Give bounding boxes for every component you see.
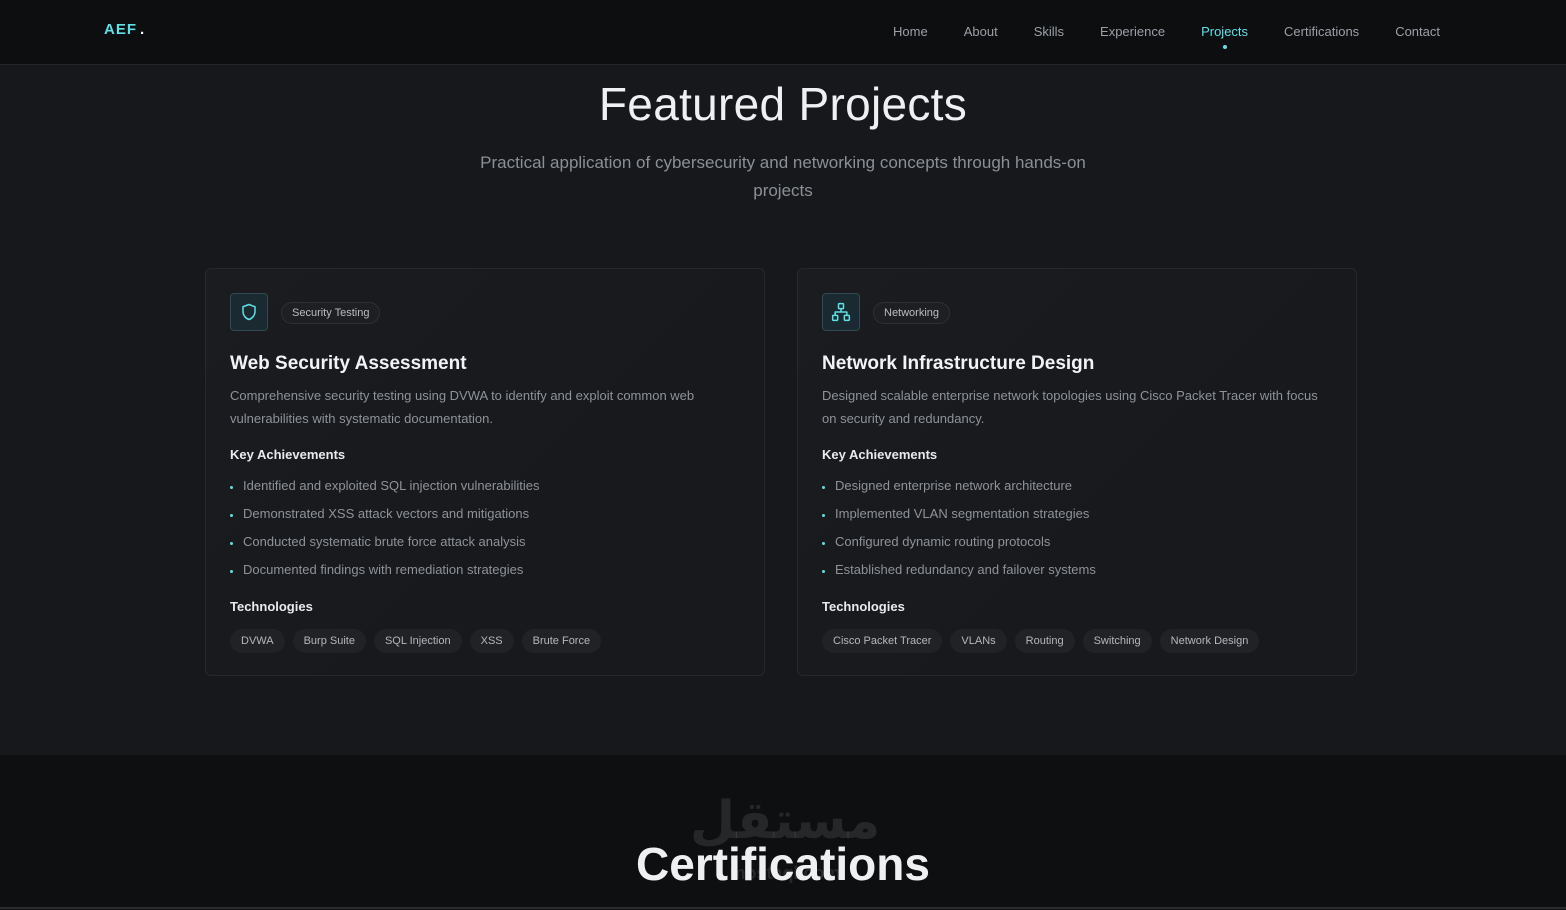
achievements-list: Designed enterprise network architecture…: [822, 476, 1096, 588]
list-item: Identified and exploited SQL injection v…: [230, 476, 540, 504]
tech-pill: XSS: [469, 629, 514, 653]
project-title: Network Infrastructure Design: [822, 353, 1095, 374]
certifications-section: مستقل mostaql.com Certifications: [0, 755, 1566, 910]
logo-dot: .: [140, 21, 146, 38]
project-card-network-design[interactable]: Networking Network Infrastructure Design…: [797, 268, 1357, 676]
tech-pill: DVWA: [230, 629, 285, 653]
list-item: Configured dynamic routing protocols: [822, 532, 1096, 560]
nav-link-home[interactable]: Home: [893, 22, 928, 42]
tech-pill: Network Design: [1159, 629, 1260, 653]
tech-pill: Cisco Packet Tracer: [822, 629, 943, 653]
certifications-title: Certifications: [636, 838, 930, 890]
project-description: Designed scalable enterprise network top…: [822, 388, 1318, 426]
project-tag: Networking: [873, 302, 951, 324]
nav-link-certifications[interactable]: Certifications: [1284, 22, 1359, 42]
project-card-web-security[interactable]: Security Testing Web Security Assessment…: [205, 268, 765, 676]
technologies-heading: Technologies: [230, 599, 313, 614]
projects-section: Featured Projects Practical application …: [0, 65, 1566, 755]
tech-pill: Burp Suite: [292, 629, 366, 653]
nav-link-experience[interactable]: Experience: [1100, 22, 1165, 42]
list-item: Established redundancy and failover syst…: [822, 560, 1096, 588]
list-item: Demonstrated XSS attack vectors and miti…: [230, 504, 540, 532]
nav-link-about[interactable]: About: [964, 22, 998, 42]
nav-link-skills[interactable]: Skills: [1034, 22, 1064, 42]
tech-pill: Routing: [1014, 629, 1075, 653]
achievements-list: Identified and exploited SQL injection v…: [230, 476, 540, 588]
achievements-heading: Key Achievements: [230, 447, 346, 462]
nav-links: Home About Skills Experience Projects Ce…: [893, 0, 1440, 64]
technologies-heading: Technologies: [822, 599, 905, 614]
site-logo[interactable]: AEF.: [104, 21, 145, 38]
project-tag: Security Testing: [281, 302, 381, 324]
list-item: Implemented VLAN segmentation strategies: [822, 504, 1096, 532]
shield-icon: [230, 293, 268, 331]
technologies-list: DVWA Burp Suite SQL Injection XSS Brute …: [230, 629, 602, 653]
project-description: Comprehensive security testing using DVW…: [230, 388, 695, 426]
achievements-heading: Key Achievements: [822, 447, 938, 462]
network-icon: [822, 293, 860, 331]
projects-title: Featured Projects: [598, 78, 968, 130]
list-item: Documented findings with remediation str…: [230, 560, 540, 588]
tech-pill: SQL Injection: [373, 629, 462, 653]
logo-text: AEF: [104, 21, 137, 38]
top-navbar: AEF. Home About Skills Experience Projec…: [0, 0, 1566, 65]
projects-subtitle: Practical application of cybersecurity a…: [480, 153, 1086, 200]
technologies-list: Cisco Packet Tracer VLANs Routing Switch…: [822, 629, 1260, 653]
tech-pill: VLANs: [950, 629, 1007, 653]
nav-link-projects[interactable]: Projects: [1201, 22, 1248, 49]
project-title: Web Security Assessment: [230, 353, 467, 374]
section-divider: [0, 907, 1566, 909]
list-item: Conducted systematic brute force attack …: [230, 532, 540, 560]
nav-link-contact[interactable]: Contact: [1395, 22, 1440, 42]
tech-pill: Brute Force: [521, 629, 602, 653]
tech-pill: Switching: [1082, 629, 1152, 653]
list-item: Designed enterprise network architecture: [822, 476, 1096, 504]
